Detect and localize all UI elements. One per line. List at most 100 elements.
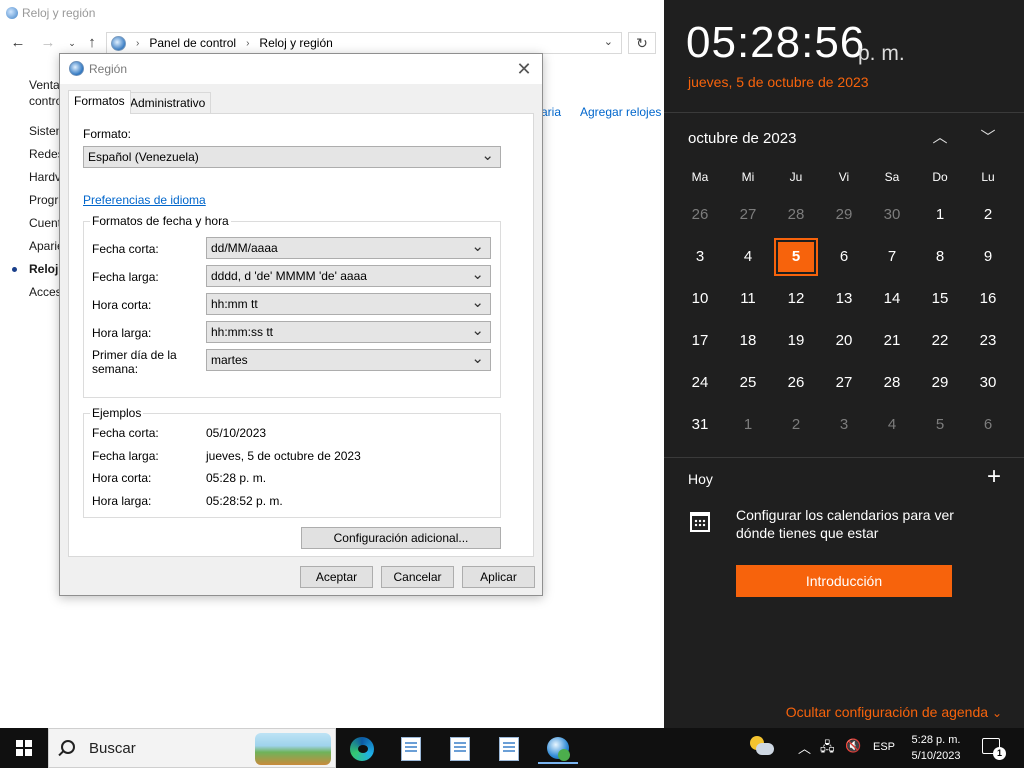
calendar-day[interactable]: 13	[820, 278, 868, 320]
hide-agenda-link[interactable]: Ocultar configuración de agenda ⌄	[786, 704, 1002, 720]
calendar-day[interactable]: 14	[868, 278, 916, 320]
calendar-day[interactable]: 16	[964, 278, 1012, 320]
calendar-day[interactable]: 8	[916, 236, 964, 278]
calendar-day[interactable]: 9	[964, 236, 1012, 278]
calendar-day[interactable]: 27	[820, 362, 868, 404]
start-button[interactable]	[0, 728, 48, 768]
taskbar-app-2[interactable]	[391, 732, 431, 764]
calendar-day[interactable]: 1	[916, 194, 964, 236]
calendar-day[interactable]: 26	[676, 194, 724, 236]
calendar-day[interactable]: 31	[676, 404, 724, 446]
calendar-day[interactable]: 1	[724, 404, 772, 446]
calendar-day[interactable]: 28	[868, 362, 916, 404]
calendar-day[interactable]: 3	[820, 404, 868, 446]
long-time-select[interactable]: hh:mm:ss tt	[206, 321, 491, 343]
calendar-day[interactable]: 30	[964, 362, 1012, 404]
sidebar-item-clock[interactable]: Reloj	[29, 262, 63, 276]
short-date-select[interactable]: dd/MM/aaaa	[206, 237, 491, 259]
calendar-day[interactable]: 2	[964, 194, 1012, 236]
calendar-day[interactable]: 28	[772, 194, 820, 236]
calendar-day[interactable]: 30	[868, 194, 916, 236]
sidebar-item-accounts[interactable]: Cuent	[29, 216, 63, 230]
calendar-day[interactable]: 24	[676, 362, 724, 404]
ok-button[interactable]: Aceptar	[300, 566, 373, 588]
network-icon[interactable]: 🖧	[820, 738, 835, 760]
tab-formats[interactable]: Formatos	[68, 90, 131, 114]
calendar-day-today[interactable]: 5	[774, 238, 818, 276]
taskbar-region[interactable]	[538, 732, 578, 764]
chevron-down-icon[interactable]: ﹀	[974, 126, 1002, 150]
calendar-day[interactable]: 5	[916, 404, 964, 446]
first-day-select[interactable]: martes	[206, 349, 491, 371]
chevron-up-icon[interactable]: ︿	[926, 126, 954, 150]
plus-icon[interactable]: +	[982, 465, 1006, 490]
forward-arrow-icon[interactable]: →	[38, 32, 58, 54]
calendar-day[interactable]: 3	[676, 236, 724, 278]
link-add-clocks[interactable]: Agregar relojes	[580, 105, 661, 119]
refresh-icon[interactable]: ↻	[628, 32, 656, 54]
link-time-zone[interactable]: aria	[541, 105, 561, 119]
sidebar-item-network[interactable]: Redes	[29, 147, 63, 161]
chevron-up-icon[interactable]: ︿	[798, 738, 811, 757]
calendar-day[interactable]: 10	[676, 278, 724, 320]
calendar-day[interactable]: 6	[964, 404, 1012, 446]
calendar-day[interactable]: 18	[724, 320, 772, 362]
taskbar-edge[interactable]	[342, 732, 382, 764]
taskbar-search-box[interactable]: Buscar	[48, 728, 336, 768]
calendar-day[interactable]: 11	[724, 278, 772, 320]
calendar-day[interactable]: 25	[724, 362, 772, 404]
search-highlight-image[interactable]	[255, 733, 331, 765]
calendar-day[interactable]: 4	[724, 236, 772, 278]
get-started-button[interactable]: Introducción	[736, 565, 952, 597]
calendar-day[interactable]: 6	[820, 236, 868, 278]
sidebar-item-system[interactable]: Sisten	[29, 124, 63, 138]
sidebar-item-hardware[interactable]: Hardv	[29, 170, 63, 184]
calendar-day[interactable]: 20	[820, 320, 868, 362]
format-select[interactable]: Español (Venezuela)	[83, 146, 501, 168]
calendar-day[interactable]: 4	[868, 404, 916, 446]
sidebar-item-programs[interactable]: Progra	[29, 193, 63, 207]
sidebar-item-accessibility[interactable]: Acces	[29, 285, 63, 299]
short-time-select[interactable]: hh:mm tt	[206, 293, 491, 315]
back-arrow-icon[interactable]: ←	[8, 32, 28, 54]
additional-settings-button[interactable]: Configuración adicional...	[301, 527, 501, 549]
calendar-day[interactable]: 12	[772, 278, 820, 320]
clock-date-link[interactable]: jueves, 5 de octubre de 2023	[688, 74, 869, 90]
calendar-day[interactable]: 29	[820, 194, 868, 236]
calendar-day[interactable]: 19	[772, 320, 820, 362]
calendar-day[interactable]: 22	[916, 320, 964, 362]
calendar-day[interactable]: 15	[916, 278, 964, 320]
up-arrow-icon[interactable]: ↑	[82, 32, 102, 54]
calendar-day[interactable]: 23	[964, 320, 1012, 362]
sidebar-item-control-panel-home[interactable]: Venta	[29, 78, 63, 92]
volume-mute-icon[interactable]: 🔇	[845, 738, 861, 754]
calendar-day[interactable]: 29	[916, 362, 964, 404]
month-label[interactable]: octubre de 2023	[688, 130, 796, 147]
notification-center-icon[interactable]: 1	[982, 738, 1006, 760]
calendar-day[interactable]: 27	[724, 194, 772, 236]
sidebar-item-control-panel-home-2[interactable]: contro	[29, 94, 63, 108]
apply-button[interactable]: Aplicar	[462, 566, 535, 588]
language-preferences-link[interactable]: Preferencias de idioma	[83, 193, 206, 207]
calendar-day[interactable]: 17	[676, 320, 724, 362]
long-date-select[interactable]: dddd, d 'de' MMMM 'de' aaaa	[206, 265, 491, 287]
breadcrumb-control-panel[interactable]: Panel de control	[149, 36, 236, 50]
taskbar-app-3[interactable]	[440, 732, 480, 764]
address-bar[interactable]: › Panel de control › Reloj y región ⌄	[106, 32, 622, 54]
calendar-day[interactable]: 7	[868, 236, 916, 278]
taskbar-app-4[interactable]	[489, 732, 529, 764]
address-dropdown-icon[interactable]: ⌄	[604, 35, 613, 48]
recent-locations-chevron-icon[interactable]: ⌄	[62, 32, 82, 54]
cancel-button[interactable]: Cancelar	[381, 566, 454, 588]
calendar-day[interactable]: 26	[772, 362, 820, 404]
close-icon[interactable]: ✕	[512, 57, 536, 81]
weather-icon[interactable]	[750, 736, 774, 758]
input-language[interactable]: ESP	[873, 741, 895, 753]
chevron-down-icon	[471, 350, 484, 370]
breadcrumb-clock-region[interactable]: Reloj y región	[259, 36, 332, 50]
calendar-day[interactable]: 21	[868, 320, 916, 362]
tab-administrative[interactable]: Administrativo	[124, 92, 212, 114]
taskbar-clock[interactable]: 5:28 p. m. 5/10/2023	[906, 732, 966, 764]
sidebar-item-appearance[interactable]: Aparie	[29, 239, 63, 253]
calendar-day[interactable]: 2	[772, 404, 820, 446]
